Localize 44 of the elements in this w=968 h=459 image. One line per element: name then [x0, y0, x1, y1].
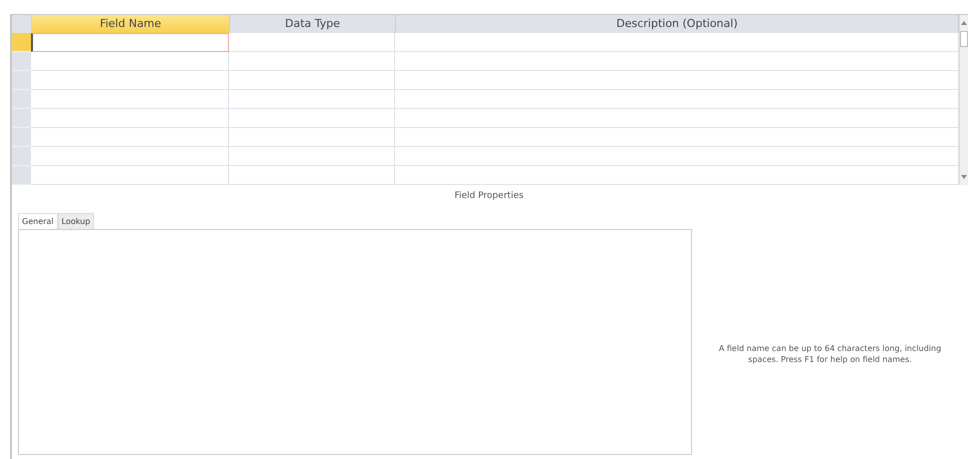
column-header[interactable]: Description (Optional): [396, 15, 959, 33]
table-cell[interactable]: [31, 166, 229, 185]
table-cell[interactable]: [229, 128, 395, 147]
row-selector[interactable]: [10, 33, 31, 52]
table-cell[interactable]: [395, 147, 959, 166]
table-cell[interactable]: [229, 109, 395, 128]
row-selector[interactable]: [10, 71, 31, 90]
row-selector[interactable]: [10, 166, 31, 185]
row-selector[interactable]: [10, 109, 31, 128]
table-cell[interactable]: [395, 33, 959, 52]
tab[interactable]: Lookup: [58, 213, 94, 229]
table-cell[interactable]: [395, 90, 959, 109]
section-title: Field Properties: [453, 191, 525, 201]
table-cell[interactable]: [229, 90, 395, 109]
row-selector[interactable]: [10, 128, 31, 147]
table-cell[interactable]: [229, 33, 395, 52]
row-selector[interactable]: [10, 90, 31, 109]
table-cell[interactable]: [395, 166, 959, 185]
table-cell[interactable]: [229, 71, 395, 90]
table-cell[interactable]: [229, 52, 395, 71]
help-text: A field name can be up to 64 characters long, including spaces. Press F1 for help on field names.: [718, 342, 942, 366]
table-cell[interactable]: [395, 52, 959, 71]
scrollbar[interactable]: [959, 15, 968, 185]
table-cell[interactable]: [31, 128, 229, 147]
table-cell[interactable]: [31, 71, 229, 90]
table-cell[interactable]: [229, 166, 395, 185]
tab[interactable]: General: [18, 213, 58, 229]
scroll-down-icon[interactable]: [960, 174, 968, 180]
table-cell[interactable]: [395, 71, 959, 90]
scroll-thumb[interactable]: [960, 31, 968, 47]
scroll-up-icon[interactable]: [960, 20, 968, 26]
table-cell[interactable]: [31, 90, 229, 109]
column-header[interactable]: Data Type: [230, 15, 396, 33]
table-cell[interactable]: [31, 33, 229, 52]
table-cell[interactable]: [395, 128, 959, 147]
select-all-corner[interactable]: [10, 15, 32, 33]
table-cell[interactable]: [229, 147, 395, 166]
table-cell[interactable]: [31, 52, 229, 71]
table-cell[interactable]: [31, 109, 229, 128]
column-header[interactable]: Field Name: [32, 15, 230, 33]
table-cell[interactable]: [395, 109, 959, 128]
table-cell[interactable]: [31, 147, 229, 166]
row-selector[interactable]: [10, 52, 31, 71]
row-selector[interactable]: [10, 147, 31, 166]
